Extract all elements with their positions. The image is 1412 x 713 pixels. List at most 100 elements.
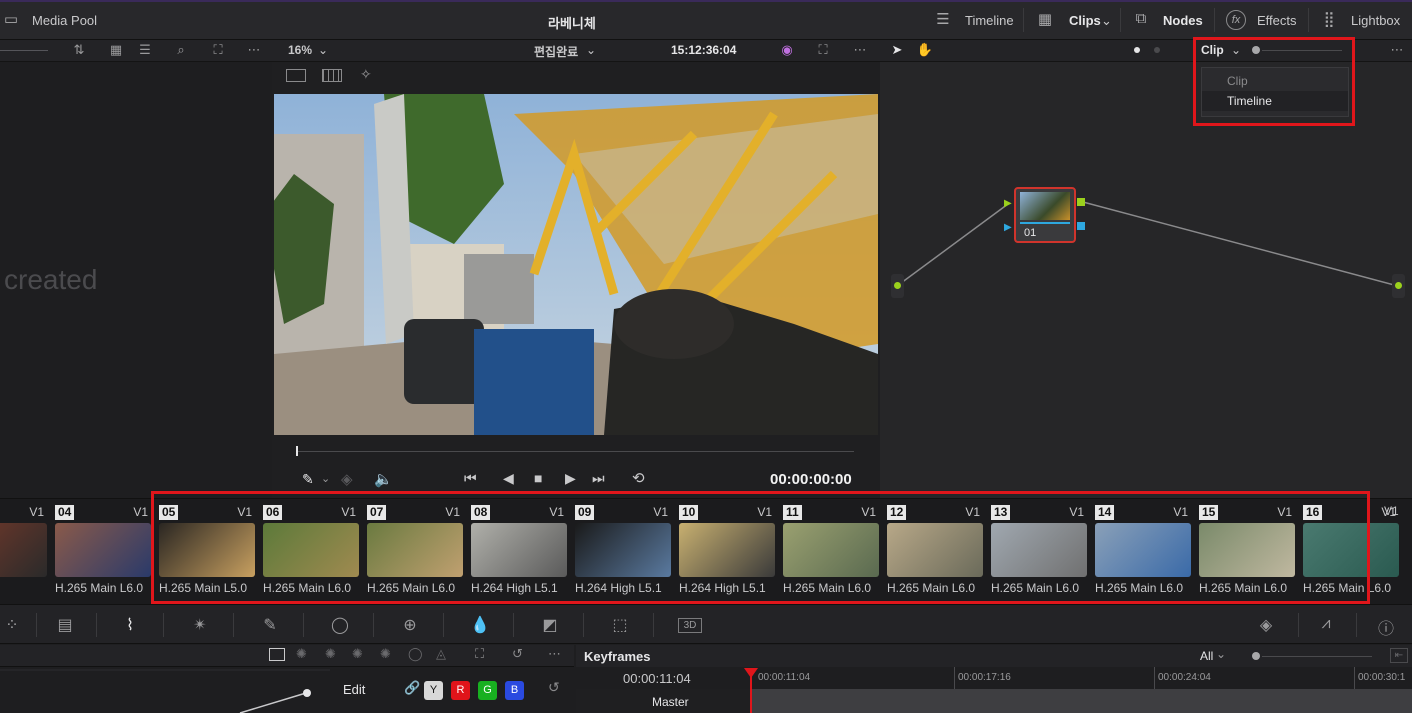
key-input-arrow-icon[interactable]: ▶ [1004,222,1012,233]
keyframe-zoom-slider[interactable] [1262,656,1372,657]
window-icon[interactable]: ◯ [328,615,352,635]
color-picker-icon[interactable]: ◉ [778,42,796,58]
clip-thumbnail-item[interactable]: 10 V1 H.264 High L5.1 [676,503,776,595]
sat-vs-lum-icon[interactable]: ◬ [436,646,446,662]
scrubber-playhead[interactable] [296,446,298,456]
clip-thumbnail-item[interactable]: 08 V1 H.264 High L5.1 [468,503,568,595]
sizing-icon[interactable]: ⬚ [608,615,632,635]
blur-icon[interactable]: 💧 [468,615,492,635]
search-icon[interactable]: ⌕ [172,42,190,58]
clips-chevron-down-icon[interactable]: ⌄ [1101,13,1112,29]
loop-icon[interactable]: ⟲ [632,469,645,487]
node-editor[interactable]: ▶ ▶ 01 [880,62,1412,498]
3d-icon[interactable]: 3D [678,618,702,633]
scrubber-bar[interactable] [296,451,854,452]
eyedropper-icon[interactable]: ✎ [302,471,314,488]
node-zoom-slider[interactable] [1262,50,1342,51]
clip-thumbnail-item[interactable]: 12 V1 H.265 Main L6.0 [884,503,984,595]
key-output-port-icon[interactable] [1077,222,1085,230]
playhead-marker-icon[interactable] [744,668,758,678]
play-icon[interactable]: ▶ [565,470,576,487]
clip-thumbnail-item[interactable]: 13 V1 H.265 Main L6.0 [988,503,1088,595]
nodes-more-icon[interactable]: ⋯ [1388,42,1406,58]
clip-thumbnail-item[interactable]: 06 V1 H.265 Main L6.0 [260,503,360,595]
corrector-node-01[interactable]: 01 [1014,187,1076,243]
channel-b-button[interactable]: B [505,681,524,700]
source-input-node[interactable] [891,274,904,298]
curves-icon[interactable]: ⌇ [118,615,142,635]
eyedropper-chevron-down-icon[interactable]: ⌄ [321,472,330,485]
timeline-button[interactable]: Timeline [965,13,1014,28]
curves-mode-icon[interactable] [269,648,285,661]
tracker-icon[interactable]: ⊕ [398,615,422,635]
clips-button[interactable]: Clips [1069,13,1101,28]
rgb-input-arrow-icon[interactable]: ▶ [1004,198,1012,209]
viewer-more-icon[interactable]: ⋯ [851,42,869,58]
media-pool-icon[interactable]: ▭ [0,10,22,30]
keyframes-icon[interactable]: ◈ [1254,615,1278,635]
channel-r-button[interactable]: R [451,681,470,700]
effects-button[interactable]: Effects [1257,13,1297,28]
nodes-button[interactable]: Nodes [1163,13,1203,28]
rgb-output-port-icon[interactable] [1077,198,1085,206]
single-viewer-icon[interactable] [286,69,306,82]
clip-thumbnail-item[interactable]: 09 V1 H.264 High L5.1 [572,503,672,595]
source-port-icon[interactable] [894,282,901,289]
clip-thumbnail-item[interactable]: 15 V1 H.265 Main L6.0 [1196,503,1296,595]
link-icon[interactable]: 🔗 [404,680,420,696]
qualifier-icon[interactable]: ✎ [258,615,282,635]
timeline-chevron-down-icon[interactable]: ⌄ [586,43,596,57]
output-port-icon[interactable] [1395,282,1402,289]
timeline-selector[interactable]: 편집완료 [534,43,578,60]
keyframe-zoom-handle[interactable] [1252,652,1260,660]
color-wheels-icon[interactable]: ⁘ [0,615,24,635]
gallery-viewer-icon[interactable] [322,69,342,82]
hue-vs-hue-icon[interactable]: ✺ [296,646,307,662]
stop-icon[interactable]: ■ [534,470,542,486]
key-icon[interactable]: ◩ [538,615,562,635]
media-pool-button[interactable]: Media Pool [32,13,97,28]
hand-tool-icon[interactable]: ✋ [916,42,934,58]
timeline-icon[interactable]: ☰ [932,10,954,30]
node-mode-selector[interactable]: Clip [1201,43,1224,57]
curves-more-icon[interactable]: ⋯ [548,646,561,662]
clips-icon[interactable]: ▦ [1034,10,1056,30]
collapse-panel-icon[interactable]: ⇤ [1390,648,1408,663]
skip-to-start-icon[interactable]: ⏮ [464,470,477,487]
dropdown-option-timeline[interactable]: Timeline [1202,91,1348,111]
channel-y-button[interactable]: Y [424,681,443,700]
channel-g-button[interactable]: G [478,681,497,700]
lightbox-button[interactable]: Lightbox [1351,13,1400,28]
more-options-icon[interactable]: ⋯ [245,42,263,58]
expand-icon[interactable]: ⛶ [209,42,227,58]
list-view-icon[interactable]: ☰ [136,42,154,58]
lightbox-icon[interactable]: ⣿ [1318,10,1340,30]
info-icon[interactable]: ⓘ [1374,615,1398,638]
lum-vs-sat-icon[interactable]: ✺ [380,646,391,662]
keyframes-filter[interactable]: All [1200,649,1213,663]
sort-icon[interactable]: ⇅ [70,42,88,58]
sat-vs-sat-icon[interactable]: ◯ [408,646,423,662]
nodes-icon[interactable]: ⧉ [1130,10,1152,30]
node-zoom-slider-handle[interactable] [1252,46,1260,54]
zoom-chevron-down-icon[interactable]: ⌄ [318,43,328,57]
curves-expand-icon[interactable]: ⛶ [475,646,484,662]
hue-vs-lum-icon[interactable]: ✺ [352,646,363,662]
viewer-expand-icon[interactable]: ⛶ [814,42,832,58]
layers-icon[interactable]: ◈ [341,470,353,488]
speaker-icon[interactable]: 🔈 [374,470,393,488]
clip-thumbnail-item[interactable]: 04 V1 H.265 Main L6.0 [52,503,152,595]
scopes-icon[interactable]: ⩘ [1314,615,1338,635]
clip-thumbnail-item[interactable]: 11 V1 H.265 Main L6.0 [780,503,880,595]
zoom-level[interactable]: 16% [288,43,312,57]
output-node[interactable] [1392,274,1405,298]
dropdown-option-clip[interactable]: Clip [1202,71,1348,91]
clip-thumbnail-item[interactable]: 07 V1 H.265 Main L6.0 [364,503,464,595]
mode-chevron-down-icon[interactable]: ⌄ [1231,43,1241,57]
magic-wand-icon[interactable]: ✧ [360,66,372,83]
keyframe-ruler[interactable]: 00:00:11:04 00:00:11:04 00:00:17:16 00:0… [576,667,1412,689]
clip-thumbnail-item[interactable]: 14 V1 H.265 Main L6.0 [1092,503,1192,595]
thumbnail-view-icon[interactable]: ▦ [107,42,125,58]
clip-thumbnail-item[interactable]: V1ain L6.0 [0,503,48,595]
camera-raw-icon[interactable]: ▤ [53,615,77,635]
